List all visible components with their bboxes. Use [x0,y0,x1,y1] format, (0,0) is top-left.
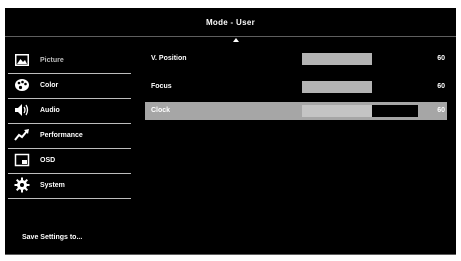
setting-row-v-position[interactable]: V. Position 60 [145,50,447,68]
performance-icon [14,129,29,141]
picture-icon [15,54,29,66]
slider-fill [302,53,372,65]
sidebar-item-system[interactable]: System [5,173,133,198]
sidebar-item-label: Picture [40,57,64,64]
setting-value: 60 [437,83,445,90]
bottom-divider [5,254,456,255]
sidebar-item-label: System [40,182,65,189]
sidebar-item-label: Audio [40,107,60,114]
slider-track[interactable] [302,81,418,93]
setting-value: 60 [437,55,445,62]
setting-row-focus[interactable]: Focus 60 [145,78,447,96]
sidebar-item-performance[interactable]: Performance [5,123,133,148]
sidebar: Picture Color Audio Performance OSD Syst… [5,48,133,199]
osd-menu: Mode - User Picture Color Audio Performa… [5,8,456,255]
title-bar: Mode - User [5,8,456,36]
sidebar-item-audio[interactable]: Audio [5,98,133,123]
sidebar-item-label: Color [40,82,59,89]
slider-track[interactable] [302,105,418,117]
sidebar-item-color[interactable]: Color [5,73,133,98]
setting-row-clock[interactable]: Clock 60 [145,102,447,120]
scroll-up-icon[interactable] [233,38,239,42]
divider [8,198,131,199]
sidebar-item-picture[interactable]: Picture [5,48,133,73]
slider-fill [302,81,372,93]
setting-label: Focus [151,83,172,90]
speaker-icon [15,104,29,116]
slider-fill [302,105,372,117]
save-settings-button[interactable]: Save Settings to... [22,234,82,241]
sidebar-item-osd[interactable]: OSD [5,148,133,173]
gear-icon [14,177,30,193]
setting-label: V. Position [151,55,187,62]
slider-track[interactable] [302,53,418,65]
sidebar-item-label: OSD [40,157,56,164]
osd-icon [14,153,30,167]
palette-icon [15,79,29,91]
setting-label: Clock [151,107,171,114]
top-divider [5,36,456,37]
setting-value: 60 [437,107,445,114]
sidebar-item-label: Performance [40,132,83,139]
menu-title: Mode - User [205,17,256,27]
